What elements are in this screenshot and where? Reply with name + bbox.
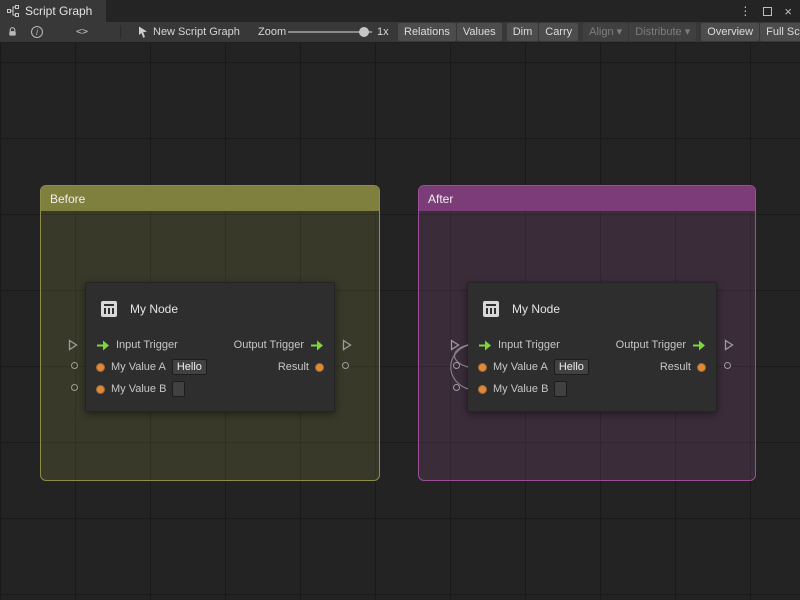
values-button[interactable]: Values bbox=[457, 23, 502, 41]
external-result-port[interactable] bbox=[724, 362, 731, 369]
value-b-label: My Value B bbox=[493, 383, 548, 395]
external-trigger-in-port[interactable] bbox=[68, 339, 78, 351]
tab-script-graph[interactable]: Script Graph bbox=[0, 0, 106, 22]
value-a-port[interactable] bbox=[478, 363, 487, 372]
lock-icon[interactable] bbox=[7, 26, 18, 38]
node-my-node-after[interactable]: My Node Input Trigger Output Trigger My … bbox=[467, 282, 717, 412]
overview-button[interactable]: Overview bbox=[701, 23, 759, 41]
value-a-port[interactable] bbox=[96, 363, 105, 372]
chevron-down-icon: ▾ bbox=[617, 26, 623, 38]
result-label: Result bbox=[278, 361, 309, 373]
external-trigger-in-port[interactable] bbox=[450, 339, 460, 351]
code-view-icon[interactable]: <> bbox=[76, 27, 88, 38]
zoom-slider[interactable] bbox=[288, 27, 372, 37]
result-port[interactable] bbox=[697, 363, 706, 372]
fullscreen-button[interactable]: Full Screen bbox=[760, 23, 800, 41]
script-graph-window: Script Graph ⋮ × i <> New Script Graph Z… bbox=[0, 0, 800, 600]
input-trigger-port[interactable] bbox=[96, 340, 110, 351]
align-dropdown: Align ▾ bbox=[583, 23, 628, 41]
graph-toolbar: i <> New Script Graph Zoom 1x Relations … bbox=[0, 22, 800, 43]
tab-title: Script Graph bbox=[25, 4, 92, 18]
value-b-field[interactable] bbox=[554, 381, 567, 397]
group-before-label: Before bbox=[50, 192, 85, 206]
distribute-dropdown: Distribute ▾ bbox=[629, 23, 696, 41]
group-before-header[interactable]: Before bbox=[41, 186, 379, 211]
zoom-slider-knob[interactable] bbox=[359, 27, 369, 37]
relations-button[interactable]: Relations bbox=[398, 23, 456, 41]
node-icon bbox=[98, 298, 120, 320]
info-icon[interactable]: i bbox=[31, 26, 43, 38]
dim-button[interactable]: Dim bbox=[507, 23, 539, 41]
chevron-down-icon: ▾ bbox=[685, 26, 691, 38]
output-trigger-port[interactable] bbox=[692, 340, 706, 351]
maximize-icon[interactable] bbox=[763, 7, 772, 16]
node-my-node-before[interactable]: My Node Input Trigger Output Trigger My … bbox=[85, 282, 335, 412]
external-value-a-port[interactable] bbox=[453, 362, 460, 369]
carry-button[interactable]: Carry bbox=[539, 23, 578, 41]
graph-canvas[interactable]: Before After My Node bbox=[0, 43, 800, 600]
script-graph-asset-icon bbox=[137, 26, 149, 39]
output-trigger-label: Output Trigger bbox=[234, 339, 304, 351]
output-trigger-port[interactable] bbox=[310, 340, 324, 351]
group-after-label: After bbox=[428, 192, 453, 206]
window-menu-icon[interactable]: ⋮ bbox=[739, 4, 751, 18]
graph-icon bbox=[7, 5, 19, 17]
node-title: My Node bbox=[512, 302, 560, 316]
value-b-field[interactable] bbox=[172, 381, 185, 397]
external-value-b-port[interactable] bbox=[453, 384, 460, 391]
value-b-row: My Value B bbox=[468, 378, 716, 400]
result-label: Result bbox=[660, 361, 691, 373]
node-header[interactable]: My Node bbox=[86, 283, 334, 334]
window-controls: ⋮ × bbox=[739, 0, 792, 22]
external-value-a-port[interactable] bbox=[71, 362, 78, 369]
value-b-row: My Value B bbox=[86, 378, 334, 400]
value-a-label: My Value A bbox=[111, 361, 166, 373]
value-a-row: My Value A Hello Result bbox=[468, 356, 716, 378]
input-trigger-label: Input Trigger bbox=[498, 339, 560, 351]
input-trigger-port[interactable] bbox=[478, 340, 492, 351]
toolbar-separator bbox=[120, 26, 121, 39]
value-a-label: My Value A bbox=[493, 361, 548, 373]
value-b-port[interactable] bbox=[478, 385, 487, 394]
close-icon[interactable]: × bbox=[784, 5, 792, 18]
group-after-header[interactable]: After bbox=[419, 186, 755, 211]
zoom-label: Zoom bbox=[258, 26, 286, 38]
value-b-port[interactable] bbox=[96, 385, 105, 394]
zoom-value: 1x bbox=[377, 26, 389, 38]
node-title: My Node bbox=[130, 302, 178, 316]
external-value-b-port[interactable] bbox=[71, 384, 78, 391]
graph-name-label[interactable]: New Script Graph bbox=[153, 26, 240, 38]
external-trigger-out-port[interactable] bbox=[724, 339, 734, 351]
tab-bar: Script Graph ⋮ × bbox=[0, 0, 800, 22]
external-result-port[interactable] bbox=[342, 362, 349, 369]
output-trigger-label: Output Trigger bbox=[616, 339, 686, 351]
trigger-row: Input Trigger Output Trigger bbox=[86, 334, 334, 356]
node-header[interactable]: My Node bbox=[468, 283, 716, 334]
value-b-label: My Value B bbox=[111, 383, 166, 395]
node-icon bbox=[480, 298, 502, 320]
value-a-row: My Value A Hello Result bbox=[86, 356, 334, 378]
value-a-field[interactable]: Hello bbox=[172, 359, 207, 375]
trigger-row: Input Trigger Output Trigger bbox=[468, 334, 716, 356]
external-trigger-out-port[interactable] bbox=[342, 339, 352, 351]
input-trigger-label: Input Trigger bbox=[116, 339, 178, 351]
result-port[interactable] bbox=[315, 363, 324, 372]
value-a-field[interactable]: Hello bbox=[554, 359, 589, 375]
toolbar-buttons: Relations Values Dim Carry Align ▾ Distr… bbox=[398, 23, 800, 41]
